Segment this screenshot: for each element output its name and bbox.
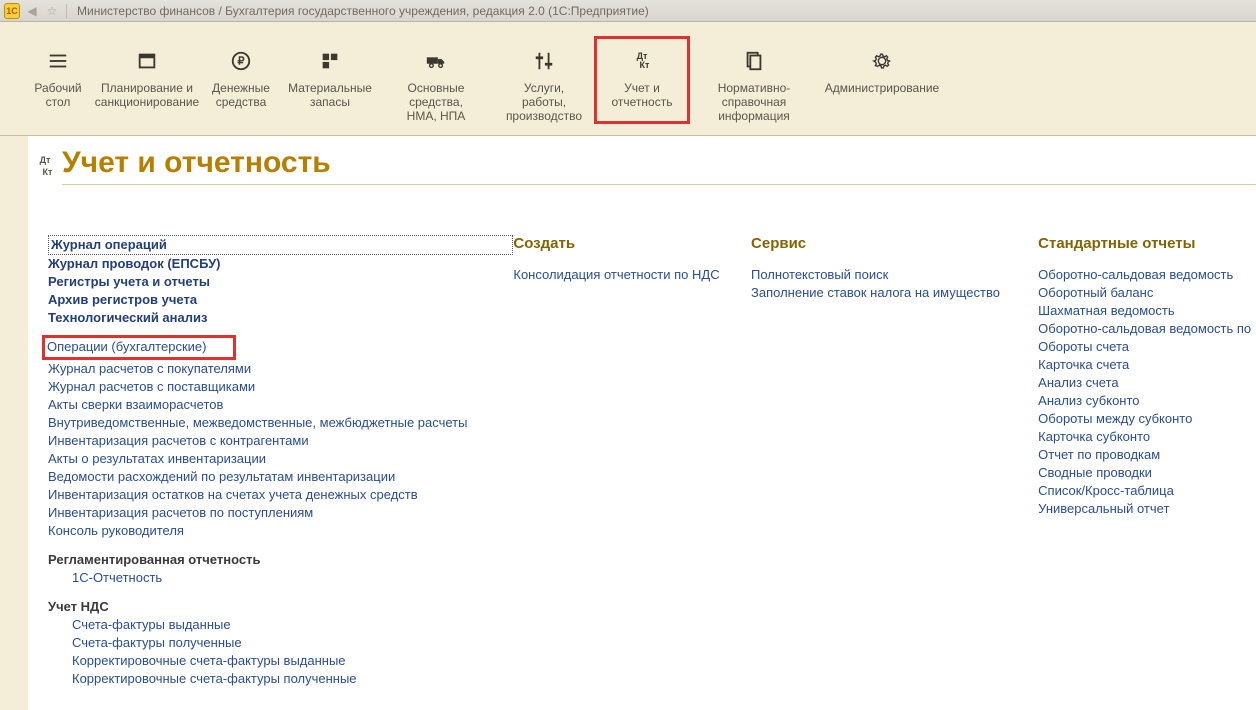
link-item[interactable]: Оборотно-сальдовая ведомость по — [1038, 320, 1256, 338]
nav-label: Планирование и — [101, 81, 193, 95]
link-item[interactable]: Универсальный отчет — [1038, 500, 1256, 518]
nav-fixed-assets[interactable]: Основные средства, НМА, НПА — [378, 36, 494, 138]
link-item[interactable]: Инвентаризация расчетов с контрагентами — [48, 432, 513, 450]
nav-services[interactable]: Услуги, работы, производство — [494, 36, 594, 138]
column-service: Сервис Полнотекстовый поиск Заполнение с… — [751, 235, 1038, 688]
nav-label: санкционирование — [95, 95, 199, 109]
link-nds-item[interactable]: Счета-фактуры полученные — [48, 634, 513, 652]
link-item[interactable]: Отчет по проводкам — [1038, 446, 1256, 464]
ruble-icon: ₽ — [230, 47, 252, 75]
gear-icon — [871, 47, 893, 75]
link-item[interactable]: Внутриведомственные, межведомственные, м… — [48, 414, 513, 432]
link-item[interactable]: Обороты счета — [1038, 338, 1256, 356]
nav-money[interactable]: ₽ Денежные средства — [200, 36, 282, 124]
link-journal-postings[interactable]: Журнал проводок (ЕПСБУ) — [48, 255, 513, 273]
link-item[interactable]: Оборотный баланс — [1038, 284, 1256, 302]
nav-label: Администрирование — [825, 81, 939, 95]
nav-label: Учет и — [624, 81, 660, 95]
link-item[interactable]: Консолидация отчетности по НДС — [513, 266, 751, 284]
window-titlebar: 1C ◀ ☆ Министерство финансов / Бухгалтер… — [0, 0, 1256, 22]
debit-credit-icon: Дт Кт — [28, 154, 62, 178]
link-journal-operations[interactable]: Журнал операций — [51, 237, 167, 252]
link-item[interactable]: Шахматная ведомость — [1038, 302, 1256, 320]
nav-label: Рабочий — [34, 81, 81, 95]
sliders-icon — [533, 47, 555, 75]
svg-text:₽: ₽ — [238, 56, 245, 68]
main-toolbar: Рабочий стол Планирование и санкциониров… — [0, 22, 1256, 136]
boxes-icon — [319, 47, 341, 75]
column-standard-reports: Стандартные отчеты Оборотно-сальдовая ве… — [1038, 235, 1256, 688]
group-reglament: Регламентированная отчетность — [48, 552, 513, 567]
link-item[interactable]: Журнал расчетов с поставщиками — [48, 378, 513, 396]
app-logo-1c[interactable]: 1C — [4, 3, 20, 19]
nav-label: Денежные — [212, 81, 270, 95]
nav-administration[interactable]: Администрирование — [818, 36, 946, 110]
link-nds-item[interactable]: Корректировочные счета-фактуры полученны… — [48, 670, 513, 688]
page-title: Учет и отчетность — [62, 146, 1256, 185]
nav-label: производство — [506, 109, 582, 123]
truck-icon — [425, 47, 447, 75]
highlighted-link-box: Операции (бухгалтерские) — [42, 335, 236, 360]
nav-label: Основные средства, — [385, 81, 487, 109]
window-title: Министерство финансов / Бухгалтерия госу… — [77, 4, 649, 18]
column-heading: Стандартные отчеты — [1038, 235, 1256, 252]
link-item[interactable]: Акты о результатах инвентаризации — [48, 450, 513, 468]
link-item[interactable]: Оборотно-сальдовая ведомость — [1038, 266, 1256, 284]
nav-label: Услуги, работы, — [501, 81, 587, 109]
back-icon[interactable]: ◀ — [24, 3, 40, 19]
nav-label: информация — [718, 109, 790, 123]
link-item[interactable]: Карточка субконто — [1038, 428, 1256, 446]
nav-materials[interactable]: Материальные запасы — [282, 36, 378, 124]
link-tech-analysis[interactable]: Технологический анализ — [48, 309, 513, 327]
calendar-icon — [136, 47, 158, 75]
link-item[interactable]: Анализ счета — [1038, 374, 1256, 392]
link-registers-archive[interactable]: Архив регистров учета — [48, 291, 513, 309]
documents-icon — [743, 47, 765, 75]
page-header: Дт Кт Учет и отчетность — [28, 136, 1256, 191]
nav-label: стол — [46, 95, 71, 109]
link-nds-item[interactable]: Счета-фактуры выданные — [48, 616, 513, 634]
link-item[interactable]: Полнотекстовый поиск — [751, 266, 1038, 284]
link-item[interactable]: Инвентаризация остатков на счетах учета … — [48, 486, 513, 504]
nav-reference-info[interactable]: Нормативно-справочная информация — [690, 36, 818, 138]
link-accounting-operations[interactable]: Операции (бухгалтерские) — [47, 339, 206, 354]
link-item[interactable]: Журнал расчетов с покупателями — [48, 360, 513, 378]
link-item[interactable]: Инвентаризация расчетов по поступлениям — [48, 504, 513, 522]
favorite-icon[interactable]: ☆ — [44, 3, 60, 19]
group-nds: Учет НДС — [48, 599, 513, 614]
link-item[interactable]: Акты сверки взаиморасчетов — [48, 396, 513, 414]
link-registers-reports[interactable]: Регистры учета и отчеты — [48, 273, 513, 291]
link-item[interactable]: Ведомости расхождений по результатам инв… — [48, 468, 513, 486]
page-body: Дт Кт Учет и отчетность Журнал операций … — [28, 136, 1256, 710]
nav-accounting-reports[interactable]: Дт Кт Учет и отчетность — [594, 36, 690, 124]
link-item[interactable]: Анализ субконто — [1038, 392, 1256, 410]
content-columns: Журнал операций Журнал проводок (ЕПСБУ) … — [28, 191, 1256, 688]
separator — [66, 4, 67, 18]
menu-icon — [47, 47, 69, 75]
nav-label: Материальные — [288, 81, 372, 95]
link-item[interactable]: Карточка счета — [1038, 356, 1256, 374]
nav-planning[interactable]: Планирование и санкционирование — [94, 36, 200, 124]
column-create: Создать Консолидация отчетности по НДС — [513, 235, 751, 688]
link-item[interactable]: Консоль руководителя — [48, 522, 513, 540]
link-item[interactable]: Сводные проводки — [1038, 464, 1256, 482]
column-heading: Создать — [513, 235, 751, 252]
nav-label: отчетность — [612, 95, 673, 109]
column-main: Журнал операций Журнал проводок (ЕПСБУ) … — [48, 235, 513, 688]
nav-label: средства — [216, 95, 267, 109]
nav-label: Нормативно-справочная — [697, 81, 811, 109]
link-1c-reporting[interactable]: 1С-Отчетность — [48, 569, 513, 587]
column-heading: Сервис — [751, 235, 1038, 252]
nav-label: запасы — [310, 95, 350, 109]
link-item[interactable]: Список/Кросс-таблица — [1038, 482, 1256, 500]
link-item[interactable]: Обороты между субконто — [1038, 410, 1256, 428]
nav-label: НМА, НПА — [407, 109, 466, 123]
link-item[interactable]: Заполнение ставок налога на имущество — [751, 284, 1038, 302]
link-nds-item[interactable]: Корректировочные счета-фактуры выданные — [48, 652, 513, 670]
debit-credit-icon: Дт Кт — [635, 47, 650, 75]
nav-desktop[interactable]: Рабочий стол — [22, 36, 94, 124]
